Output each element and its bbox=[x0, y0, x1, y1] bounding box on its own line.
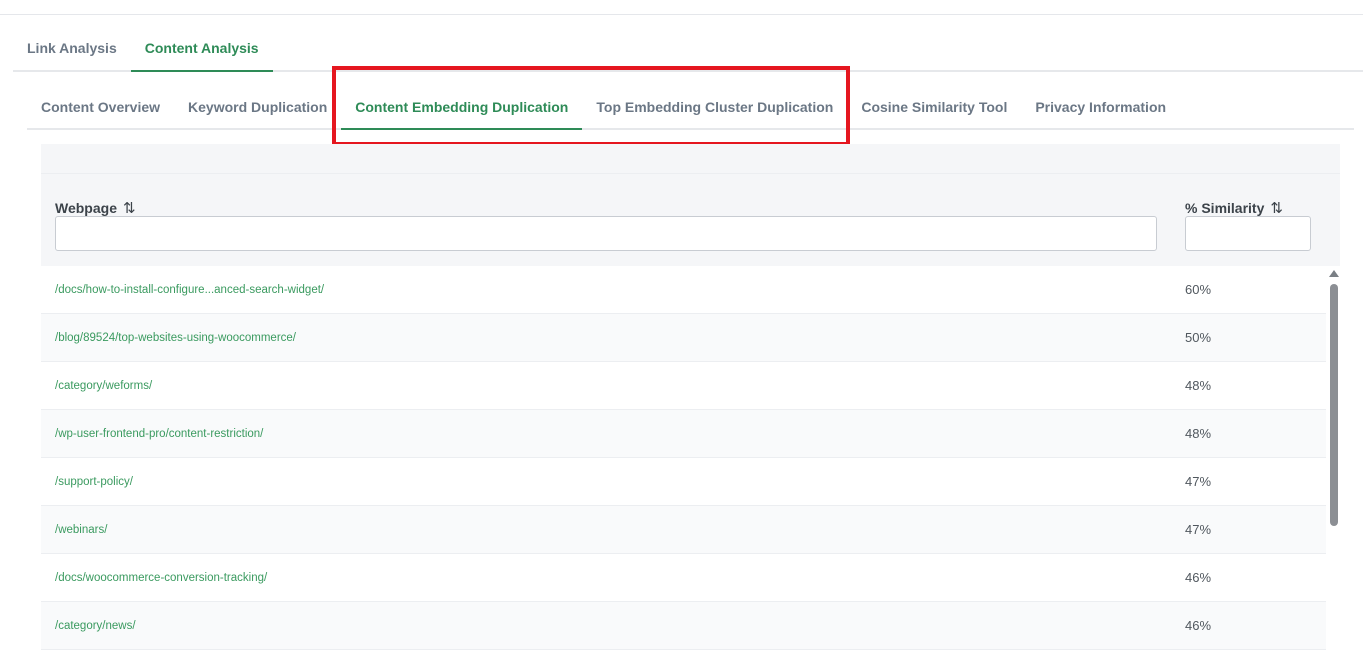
webpage-link[interactable]: /category/news/ bbox=[55, 620, 136, 632]
webpage-link[interactable]: /webinars/ bbox=[55, 524, 107, 536]
similarity-value: 47% bbox=[1185, 522, 1212, 537]
scroll-thumb[interactable] bbox=[1330, 284, 1338, 526]
webpage-link[interactable]: /blog/89524/top-websites-using-woocommer… bbox=[55, 332, 296, 344]
tab-privacy-information[interactable]: Privacy Information bbox=[1021, 86, 1180, 130]
webpage-link[interactable]: /wp-user-frontend-pro/content-restrictio… bbox=[55, 428, 263, 440]
main-tab-bar: Link Analysis Content Analysis bbox=[13, 28, 1363, 72]
table-row: /webinars/ 47% bbox=[41, 506, 1326, 554]
column-header-label: Webpage bbox=[55, 200, 117, 216]
table-toolbar bbox=[41, 144, 1340, 174]
table-row: /category/weforms/ 48% bbox=[41, 362, 1326, 410]
webpage-link[interactable]: /support-policy/ bbox=[55, 476, 133, 488]
webpage-filter-input[interactable] bbox=[55, 216, 1157, 251]
tab-link-analysis[interactable]: Link Analysis bbox=[13, 28, 131, 72]
tab-content-overview[interactable]: Content Overview bbox=[27, 86, 174, 130]
similarity-value: 48% bbox=[1185, 426, 1212, 441]
table-row: /docs/woocommerce-conversion-tracking/ 4… bbox=[41, 554, 1326, 602]
webpage-link[interactable]: /category/weforms/ bbox=[55, 380, 152, 392]
sub-tab-bar: Content Overview Keyword Duplication Con… bbox=[27, 86, 1354, 130]
tab-keyword-duplication[interactable]: Keyword Duplication bbox=[174, 86, 341, 130]
column-header-label: % Similarity bbox=[1185, 200, 1265, 216]
scroll-up-arrow-icon[interactable] bbox=[1329, 270, 1339, 277]
table-row: /docs/how-to-install-configure...anced-s… bbox=[41, 266, 1326, 314]
similarity-filter-input[interactable] bbox=[1185, 216, 1311, 251]
similarity-value: 50% bbox=[1185, 330, 1212, 345]
table-scrollbar[interactable] bbox=[1327, 266, 1340, 654]
tab-content-analysis[interactable]: Content Analysis bbox=[130, 28, 273, 72]
sort-icon[interactable]: ⇅ bbox=[1270, 199, 1282, 217]
sort-icon[interactable]: ⇅ bbox=[123, 199, 135, 217]
table-header: Webpage ⇅ % Similarity ⇅ bbox=[41, 174, 1340, 266]
table-row: /wp-user-frontend-pro/content-restrictio… bbox=[41, 410, 1326, 458]
similarity-value: 48% bbox=[1185, 378, 1212, 393]
similarity-value: 46% bbox=[1185, 618, 1212, 633]
similarity-value: 60% bbox=[1185, 282, 1212, 297]
top-divider bbox=[0, 14, 1363, 15]
webpage-link[interactable]: /docs/how-to-install-configure...anced-s… bbox=[55, 284, 324, 296]
tab-content-embedding-duplication[interactable]: Content Embedding Duplication bbox=[341, 86, 583, 130]
tab-cosine-similarity-tool[interactable]: Cosine Similarity Tool bbox=[847, 86, 1021, 130]
table-row: /blog/89524/top-websites-using-woocommer… bbox=[41, 314, 1326, 362]
tab-top-embedding-cluster-duplication[interactable]: Top Embedding Cluster Duplication bbox=[582, 86, 847, 130]
webpage-link[interactable]: /docs/woocommerce-conversion-tracking/ bbox=[55, 572, 267, 584]
similarity-value: 46% bbox=[1185, 570, 1212, 585]
table-body: /docs/how-to-install-configure...anced-s… bbox=[41, 266, 1326, 654]
column-header-similarity[interactable]: % Similarity ⇅ bbox=[1185, 199, 1283, 217]
column-header-webpage[interactable]: Webpage ⇅ bbox=[55, 199, 135, 217]
similarity-value: 47% bbox=[1185, 474, 1212, 489]
similarity-table: Webpage ⇅ % Similarity ⇅ /docs/how-to-in… bbox=[41, 144, 1340, 654]
table-row: /category/news/ 46% bbox=[41, 602, 1326, 650]
table-row: /support-policy/ 47% bbox=[41, 458, 1326, 506]
